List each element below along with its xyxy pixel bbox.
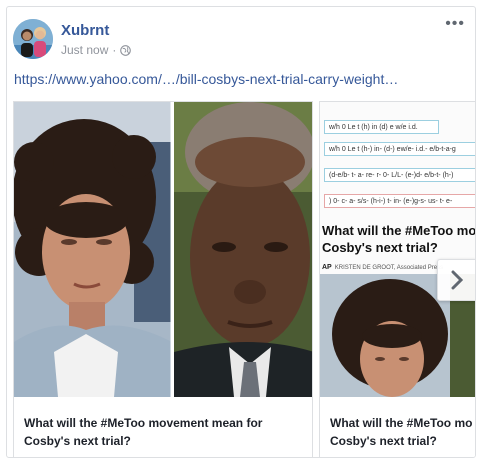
form-line-1: w/h 0 Le t (h) in (d) e w/e i.d. [324,120,439,134]
carousel-item-1[interactable]: What will the #MeToo movement mean for C… [13,101,313,457]
chevron-right-icon[interactable] [437,259,475,301]
post-link[interactable]: https://www.yahoo.com/…/bill-cosbys-next… [14,71,469,87]
post-meta: Just now · [61,43,132,57]
byline-source: AP [322,264,332,271]
timestamp[interactable]: Just now [61,43,108,57]
byline-author: KRISTEN DE GROOT, Associated Press [334,265,444,271]
article-preview: w/h 0 Le t (h) in (d) e w/e i.d. w/h 0 L… [320,102,476,397]
carousel-caption-2[interactable]: What will the #MeToo mo Cosby's next tri… [330,414,475,450]
avatar[interactable] [13,19,53,59]
author-name[interactable]: Xubrnt [61,22,109,39]
form-line-3: (d-e/b- t- a- re- r- 0- L/L- (e-)d- e/b-… [324,168,475,182]
meta-separator: · [112,43,117,57]
carousel-caption-1[interactable]: What will the #MeToo movement mean for C… [24,414,304,450]
carousel-image-2: w/h 0 Le t (h) in (d) e w/e i.d. w/h 0 L… [320,102,476,397]
article-headline-text: What will the #MeToo mo Cosby's next tri… [322,223,476,255]
more-options-icon[interactable]: ••• [445,16,465,32]
article-headline: What will the #MeToo mo Cosby's next tri… [322,222,476,256]
post-card: Xubrnt Just now · ••• https://www.yahoo.… [6,6,476,458]
globe-icon[interactable] [120,44,132,56]
article-byline: AP KRISTEN DE GROOT, Associated Press [322,264,443,271]
form-line-4: ) 0- c- a- s/s- (h-i-) t- in- (e-)g-s- u… [324,194,475,208]
carousel-image-1 [14,102,312,397]
form-line-2: w/h 0 Le t (h-) in- (d-) ew/e- i.d.- e/b… [324,142,475,156]
link-carousel: What will the #MeToo movement mean for C… [7,101,476,457]
